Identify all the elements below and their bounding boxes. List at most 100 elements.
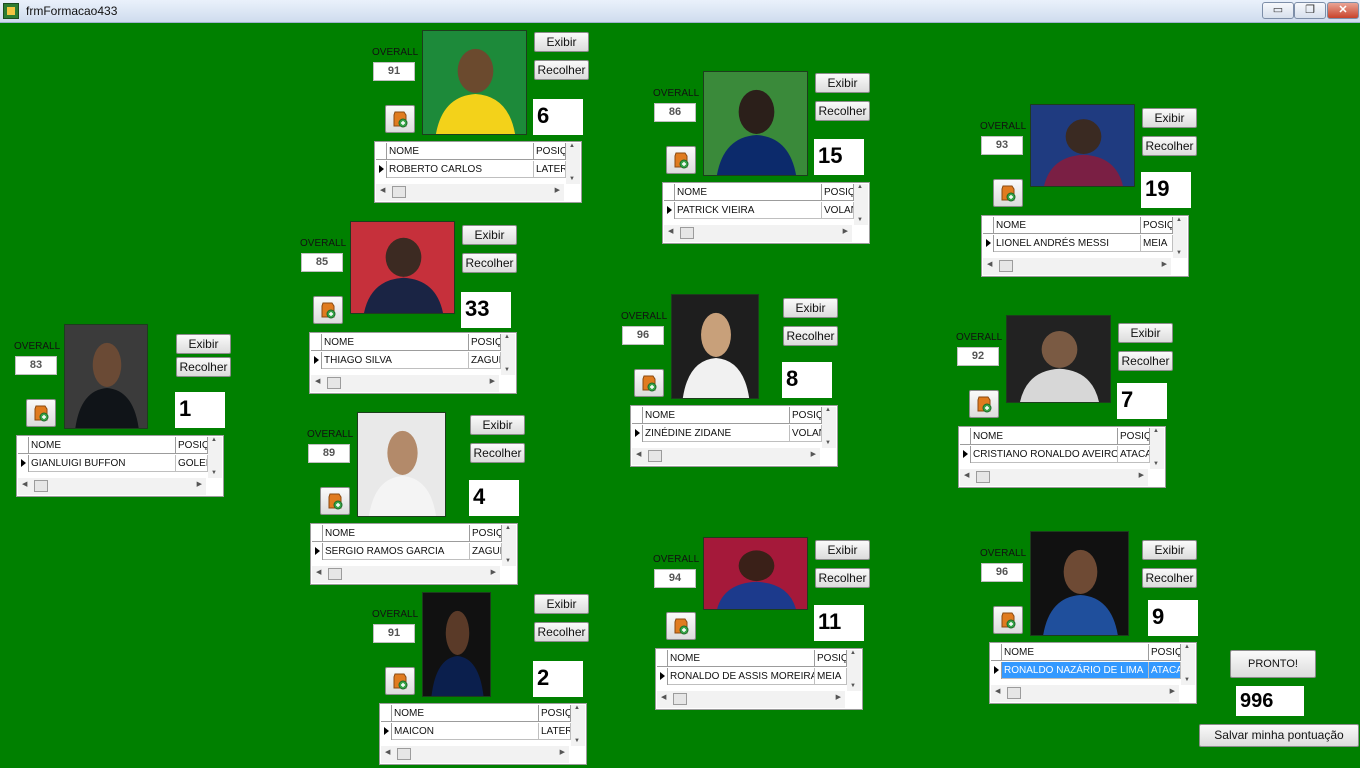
- horizontal-scrollbar[interactable]: [312, 566, 500, 583]
- cell-name[interactable]: RONALDO DE ASSIS MOREIRA: [668, 668, 815, 685]
- add-player-button[interactable]: [666, 146, 696, 174]
- show-button[interactable]: Exibir: [815, 73, 870, 93]
- cell-position[interactable]: GOLEIRO: [176, 455, 208, 472]
- scroll-thumb[interactable]: [1007, 687, 1021, 699]
- cell-position[interactable]: VOLANTE: [790, 425, 822, 442]
- ready-button[interactable]: PRONTO!: [1230, 650, 1316, 678]
- vertical-scrollbar[interactable]: [1150, 428, 1164, 469]
- vertical-scrollbar[interactable]: [208, 437, 222, 478]
- vertical-scrollbar[interactable]: [822, 407, 836, 448]
- player-grid[interactable]: NOMEPOSIÇÃOSERGIO RAMOS GARCIAZAGUEIRO: [310, 523, 518, 585]
- horizontal-scrollbar[interactable]: [657, 691, 845, 708]
- save-score-button[interactable]: Salvar minha pontuação: [1199, 724, 1359, 747]
- horizontal-scrollbar[interactable]: [991, 685, 1179, 702]
- hide-button[interactable]: Recolher: [1142, 136, 1197, 156]
- hide-button[interactable]: Recolher: [534, 60, 589, 80]
- add-player-button[interactable]: [320, 487, 350, 515]
- player-grid[interactable]: NOMEPOSIÇÃOMAICONLATERAL: [379, 703, 587, 765]
- add-player-button[interactable]: [993, 606, 1023, 634]
- scroll-thumb[interactable]: [34, 480, 48, 492]
- cell-name[interactable]: GIANLUIGI BUFFON: [29, 455, 176, 472]
- player-grid[interactable]: NOMEPOSIÇÃORONALDO DE ASSIS MOREIRAMEIA: [655, 648, 863, 710]
- cell-position[interactable]: LATERAL: [539, 723, 571, 740]
- hide-button[interactable]: Recolher: [815, 568, 870, 588]
- scroll-thumb[interactable]: [673, 693, 687, 705]
- show-button[interactable]: Exibir: [176, 334, 231, 354]
- horizontal-scrollbar[interactable]: [18, 478, 206, 495]
- close-button[interactable]: ✕: [1327, 2, 1359, 19]
- cell-name[interactable]: CRISTIANO RONALDO AVEIRO: [971, 446, 1118, 463]
- player-grid[interactable]: NOMEPOSIÇÃOGIANLUIGI BUFFONGOLEIRO: [16, 435, 224, 497]
- add-player-button[interactable]: [313, 296, 343, 324]
- hide-button[interactable]: Recolher: [534, 622, 589, 642]
- vertical-scrollbar[interactable]: [566, 143, 580, 184]
- cell-name[interactable]: ZINÉDINE ZIDANE: [643, 425, 790, 442]
- hide-button[interactable]: Recolher: [1142, 568, 1197, 588]
- minimize-button[interactable]: ▭: [1262, 2, 1294, 19]
- scroll-thumb[interactable]: [328, 568, 342, 580]
- scroll-thumb[interactable]: [327, 377, 341, 389]
- show-button[interactable]: Exibir: [1118, 323, 1173, 343]
- add-player-button[interactable]: [634, 369, 664, 397]
- cell-position[interactable]: LATERAL: [534, 161, 566, 178]
- horizontal-scrollbar[interactable]: [381, 746, 569, 763]
- cell-position[interactable]: VOLANTE: [822, 202, 854, 219]
- cell-name[interactable]: MAICON: [392, 723, 539, 740]
- vertical-scrollbar[interactable]: [502, 525, 516, 566]
- restore-button[interactable]: ❐: [1294, 2, 1326, 19]
- horizontal-scrollbar[interactable]: [632, 448, 820, 465]
- horizontal-scrollbar[interactable]: [376, 184, 564, 201]
- player-grid[interactable]: NOMEPOSIÇÃOROBERTO CARLOSLATERAL: [374, 141, 582, 203]
- cell-name[interactable]: LIONEL ANDRÉS MESSI: [994, 235, 1141, 252]
- add-player-button[interactable]: [993, 179, 1023, 207]
- add-player-button[interactable]: [26, 399, 56, 427]
- vertical-scrollbar[interactable]: [854, 184, 868, 225]
- cell-name[interactable]: RONALDO NAZÁRIO DE LIMA: [1002, 662, 1149, 679]
- horizontal-scrollbar[interactable]: [960, 469, 1148, 486]
- horizontal-scrollbar[interactable]: [983, 258, 1171, 275]
- add-player-button[interactable]: [385, 105, 415, 133]
- scroll-thumb[interactable]: [392, 186, 406, 198]
- scroll-thumb[interactable]: [976, 471, 990, 483]
- show-button[interactable]: Exibir: [1142, 540, 1197, 560]
- cell-position[interactable]: ATACANTE: [1149, 662, 1181, 679]
- player-grid[interactable]: NOMEPOSIÇÃOPATRICK VIEIRAVOLANTE: [662, 182, 870, 244]
- player-grid[interactable]: NOMEPOSIÇÃOCRISTIANO RONALDO AVEIROATACA…: [958, 426, 1166, 488]
- cell-name[interactable]: THIAGO SILVA: [322, 352, 469, 369]
- horizontal-scrollbar[interactable]: [311, 375, 499, 392]
- hide-button[interactable]: Recolher: [470, 443, 525, 463]
- player-grid[interactable]: NOMEPOSIÇÃOLIONEL ANDRÉS MESSIMEIA: [981, 215, 1189, 277]
- vertical-scrollbar[interactable]: [847, 650, 861, 691]
- vertical-scrollbar[interactable]: [1173, 217, 1187, 258]
- show-button[interactable]: Exibir: [1142, 108, 1197, 128]
- show-button[interactable]: Exibir: [462, 225, 517, 245]
- vertical-scrollbar[interactable]: [1181, 644, 1195, 685]
- cell-position[interactable]: ATACANTE: [1118, 446, 1150, 463]
- scroll-thumb[interactable]: [648, 450, 662, 462]
- vertical-scrollbar[interactable]: [571, 705, 585, 746]
- horizontal-scrollbar[interactable]: [664, 225, 852, 242]
- hide-button[interactable]: Recolher: [783, 326, 838, 346]
- show-button[interactable]: Exibir: [470, 415, 525, 435]
- scroll-thumb[interactable]: [680, 227, 694, 239]
- hide-button[interactable]: Recolher: [1118, 351, 1173, 371]
- show-button[interactable]: Exibir: [534, 32, 589, 52]
- add-player-button[interactable]: [385, 667, 415, 695]
- cell-position[interactable]: MEIA: [815, 668, 847, 685]
- scroll-thumb[interactable]: [397, 748, 411, 760]
- player-grid[interactable]: NOMEPOSIÇÃOZINÉDINE ZIDANEVOLANTE: [630, 405, 838, 467]
- player-grid[interactable]: NOMEPOSIÇÃORONALDO NAZÁRIO DE LIMAATACAN…: [989, 642, 1197, 704]
- scroll-thumb[interactable]: [999, 260, 1013, 272]
- cell-position[interactable]: ZAGUEIRO: [469, 352, 501, 369]
- hide-button[interactable]: Recolher: [462, 253, 517, 273]
- hide-button[interactable]: Recolher: [815, 101, 870, 121]
- cell-position[interactable]: MEIA: [1141, 235, 1173, 252]
- cell-name[interactable]: SERGIO RAMOS GARCIA: [323, 543, 470, 560]
- cell-name[interactable]: ROBERTO CARLOS: [387, 161, 534, 178]
- hide-button[interactable]: Recolher: [176, 357, 231, 377]
- add-player-button[interactable]: [666, 612, 696, 640]
- add-player-button[interactable]: [969, 390, 999, 418]
- player-grid[interactable]: NOMEPOSIÇÃOTHIAGO SILVAZAGUEIRO: [309, 332, 517, 394]
- show-button[interactable]: Exibir: [783, 298, 838, 318]
- show-button[interactable]: Exibir: [815, 540, 870, 560]
